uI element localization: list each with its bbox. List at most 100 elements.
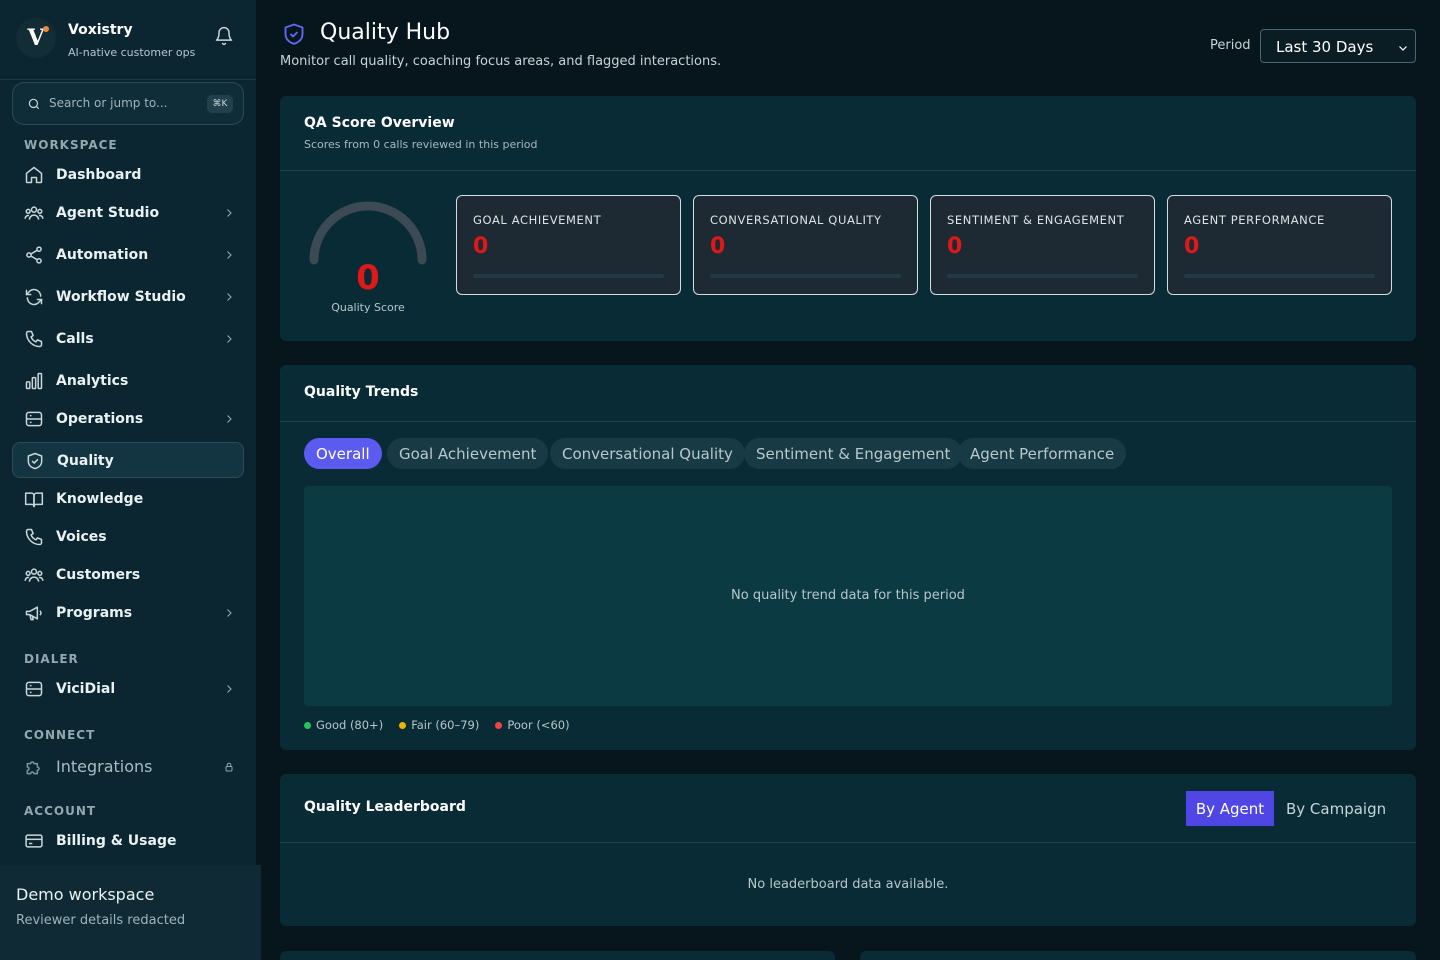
quality-trends-card: Quality Trends Overall Goal Achievement … <box>280 365 1416 750</box>
shield-check-icon <box>284 23 304 45</box>
chevron-right-icon <box>227 335 232 343</box>
chevron-down-icon <box>1399 46 1407 51</box>
qa-score-overview-card: QA Score Overview Scores from 0 calls re… <box>280 96 1416 341</box>
section-dialer: DIALER <box>24 652 79 666</box>
workspace-name: Demo workspace <box>16 885 155 904</box>
quality-leaderboard-card: Quality Leaderboard By Agent By Campaign… <box>280 774 1416 926</box>
sidebar-item-label: Quality <box>57 453 114 469</box>
chevron-right-icon <box>227 209 232 217</box>
sidebar-item-label: Knowledge <box>56 491 144 507</box>
sidebar-item-voices[interactable]: Voices <box>12 519 244 555</box>
workspace-subtitle: Reviewer details redacted <box>16 913 186 928</box>
metric-progress-bar <box>947 274 1138 278</box>
metric-card-conversational-quality: CONVERSATIONAL QUALITY 0 <box>693 195 918 295</box>
sidebar-item-automation[interactable]: Automation <box>12 237 244 273</box>
brand-header: V Voxistry AI-native customer ops <box>0 0 256 80</box>
sidebar-item-customers[interactable]: Customers <box>12 557 244 593</box>
sidebar-item-label: Customers <box>56 567 141 583</box>
page-subtitle: Monitor call quality, coaching focus are… <box>280 54 722 69</box>
quality-score-value: 0 <box>356 258 380 298</box>
metric-value: 0 <box>947 234 963 259</box>
bell-icon[interactable] <box>214 26 234 46</box>
brand-tagline: AI-native customer ops <box>68 46 196 59</box>
card-divider <box>280 170 1416 171</box>
search-input[interactable]: Search or jump to... ⌘K <box>12 82 244 125</box>
logo-dot <box>43 26 49 32</box>
sidebar-item-label: Billing & Usage <box>56 833 177 849</box>
puzzle-icon <box>26 761 40 775</box>
sidebar-item-quality[interactable]: Quality <box>12 442 244 478</box>
section-connect: CONNECT <box>24 728 96 742</box>
shortcut-badge: ⌘K <box>207 95 233 113</box>
empty-state-message: No leaderboard data available. <box>747 877 949 892</box>
home-icon <box>25 166 43 184</box>
sidebar-item-analytics[interactable]: Analytics <box>12 363 244 399</box>
tab-conversational-quality[interactable]: Conversational Quality <box>550 438 745 469</box>
card-title: QA Score Overview <box>304 115 455 131</box>
bar-chart-icon <box>25 372 43 390</box>
sidebar-item-operations[interactable]: Operations <box>12 401 244 437</box>
megaphone-icon <box>25 606 42 621</box>
sidebar-item-workflow-studio[interactable]: Workflow Studio <box>12 279 244 315</box>
legend-item-poor: Poor (<60) <box>495 718 570 732</box>
sidebar-item-label: Voices <box>56 529 107 545</box>
bottom-card-left <box>280 951 835 960</box>
search-placeholder: Search or jump to... <box>49 96 168 110</box>
legend-dot <box>304 721 311 729</box>
server-icon <box>25 411 43 427</box>
quality-score-label: Quality Score <box>331 301 405 314</box>
sidebar-item-label: Operations <box>56 411 144 427</box>
sidebar-item-label: ViciDial <box>56 681 116 697</box>
trend-legend: Good (80+) Fair (60–79) Poor (<60) <box>304 718 570 732</box>
server-icon <box>25 681 43 697</box>
tab-goal-achievement[interactable]: Goal Achievement <box>387 438 549 469</box>
sidebar-item-label: Calls <box>56 331 94 347</box>
sidebar-item-label: Workflow Studio <box>56 289 186 305</box>
users-icon <box>24 568 44 582</box>
sidebar-item-integrations[interactable]: Integrations <box>12 749 244 785</box>
lock-icon <box>225 762 233 772</box>
metric-value: 0 <box>473 234 489 259</box>
metric-label: SENTIMENT & ENGAGEMENT <box>947 213 1125 227</box>
tab-overall[interactable]: Overall <box>304 438 382 469</box>
metric-card-agent-performance: AGENT PERFORMANCE 0 <box>1167 195 1392 295</box>
legend-item-fair: Fair (60–79) <box>399 718 479 732</box>
logo[interactable]: V <box>16 18 56 58</box>
book-icon <box>24 492 44 508</box>
legend-label: Fair (60–79) <box>411 718 480 732</box>
metric-value: 0 <box>710 234 726 259</box>
sidebar-item-label: Dashboard <box>56 167 142 183</box>
sidebar-item-dashboard[interactable]: Dashboard <box>12 157 244 193</box>
sidebar-item-knowledge[interactable]: Knowledge <box>12 481 244 517</box>
sidebar-item-agent-studio[interactable]: Agent Studio <box>12 195 244 231</box>
tab-agent-performance[interactable]: Agent Performance <box>958 438 1127 469</box>
sidebar-item-label: Agent Studio <box>56 205 160 221</box>
sidebar-item-vicidial[interactable]: ViciDial <box>12 671 244 707</box>
workspace-footer[interactable]: Demo workspace Reviewer details redacted <box>0 865 261 960</box>
tab-sentiment-engagement[interactable]: Sentiment & Engagement <box>744 438 963 469</box>
legend-item-good: Good (80+) <box>304 718 383 732</box>
bottom-card-right <box>860 951 1416 960</box>
toggle-by-agent[interactable]: By Agent <box>1186 791 1274 826</box>
legend-label: Poor (<60) <box>507 718 570 732</box>
card-divider <box>280 842 1416 843</box>
sidebar-item-billing[interactable]: Billing & Usage <box>12 823 244 859</box>
shield-check-icon <box>27 452 43 470</box>
sidebar-item-label: Programs <box>56 605 133 621</box>
section-account: ACCOUNT <box>24 804 97 818</box>
card-title: Quality Leaderboard <box>304 799 466 815</box>
share-icon <box>26 246 42 264</box>
sidebar-item-programs[interactable]: Programs <box>12 595 244 631</box>
sidebar-item-label: Integrations <box>56 757 153 776</box>
chevron-right-icon <box>227 685 232 693</box>
period-select[interactable]: Last 30 Days <box>1260 29 1416 63</box>
empty-state-message: No quality trend data for this period <box>731 588 965 603</box>
metric-progress-bar <box>473 274 664 278</box>
sidebar: V Voxistry AI-native customer ops Search… <box>0 0 261 960</box>
metric-value: 0 <box>1184 234 1200 259</box>
toggle-by-campaign[interactable]: By Campaign <box>1286 791 1386 826</box>
metric-progress-bar <box>710 274 901 278</box>
card-title: Quality Trends <box>304 384 419 400</box>
trend-chart-area: No quality trend data for this period <box>304 486 1392 706</box>
sidebar-item-calls[interactable]: Calls <box>12 321 244 357</box>
